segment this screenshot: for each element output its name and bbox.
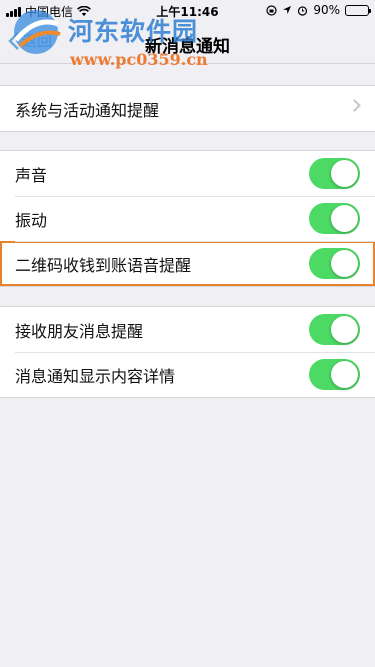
row-show-detail: 消息通知显示内容详情: [0, 352, 375, 397]
toggle-knob: [331, 361, 358, 388]
location-icon: [283, 6, 292, 14]
row-label: 消息通知显示内容详情: [15, 366, 176, 386]
toggle-knob: [331, 160, 358, 187]
row-sound: 声音: [0, 151, 375, 196]
row-friend-messages: 接收朋友消息提醒: [0, 307, 375, 352]
toggle-knob: [331, 316, 358, 343]
toggle-knob: [331, 205, 358, 232]
sound-toggle[interactable]: [309, 158, 360, 189]
toggle-knob: [331, 250, 358, 277]
settings-group-alerts: 声音 振动 二维码收钱到账语音提醒: [0, 150, 375, 287]
qrcode-voice-toggle[interactable]: [309, 248, 360, 279]
show-detail-toggle[interactable]: [309, 359, 360, 390]
status-bar: 中国电信 上午11:46 90%: [0, 0, 375, 20]
navigation-bar: 返回 新消息通知: [0, 20, 375, 64]
status-right: 90%: [266, 3, 371, 17]
page-title: 新消息通知: [145, 37, 230, 57]
chevron-right-icon: [348, 99, 361, 112]
vibrate-toggle[interactable]: [309, 203, 360, 234]
row-system-activity-notify[interactable]: 系统与活动通知提醒: [0, 86, 375, 131]
row-qrcode-voice: 二维码收钱到账语音提醒: [0, 241, 375, 286]
battery-icon: [345, 4, 371, 16]
settings-group-messages: 接收朋友消息提醒 消息通知显示内容详情: [0, 306, 375, 398]
settings-group-system: 系统与活动通知提醒: [0, 85, 375, 132]
rotation-lock-icon: [266, 4, 277, 16]
battery-percent: 90%: [313, 3, 340, 17]
row-label: 接收朋友消息提醒: [15, 321, 144, 341]
alarm-icon: [298, 5, 308, 16]
row-label: 二维码收钱到账语音提醒: [15, 255, 192, 275]
row-label: 振动: [15, 210, 48, 230]
friend-messages-toggle[interactable]: [309, 314, 360, 345]
row-label: 系统与活动通知提醒: [15, 100, 160, 120]
row-vibrate: 振动: [0, 196, 375, 241]
row-label: 声音: [15, 165, 48, 185]
